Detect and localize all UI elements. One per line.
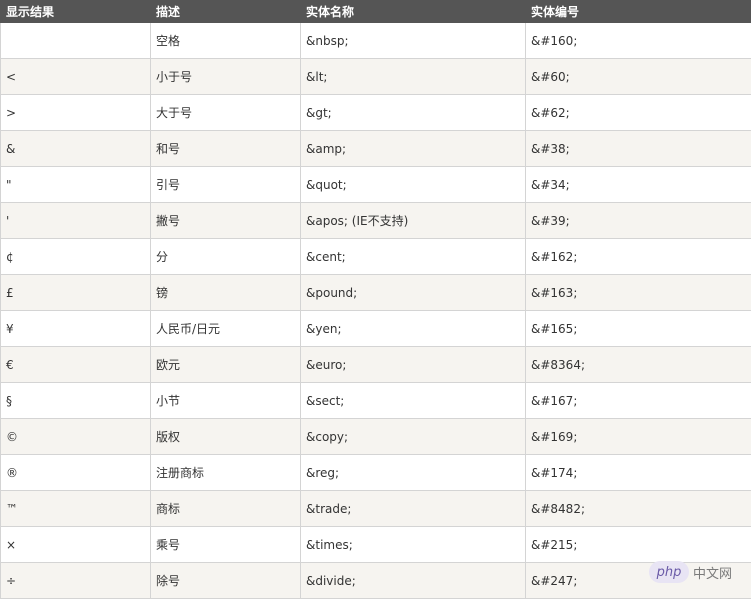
cell-entity-name: &yen; (301, 311, 526, 347)
cell-entity-number: &#8364; (526, 347, 751, 383)
cell-entity-number: &#174; (526, 455, 751, 491)
table-row: ©版权&copy;&#169; (1, 419, 751, 455)
cell-entity-name: &pound; (301, 275, 526, 311)
cell-entity-name: &euro; (301, 347, 526, 383)
cell-display-result: ¥ (1, 311, 151, 347)
cell-description: 人民币/日元 (151, 311, 301, 347)
cell-description: 分 (151, 239, 301, 275)
cell-entity-number: &#39; (526, 203, 751, 239)
cell-entity-number: &#34; (526, 167, 751, 203)
cell-display-result: " (1, 167, 151, 203)
cell-entity-name: &copy; (301, 419, 526, 455)
cell-description: 空格 (151, 23, 301, 59)
cell-description: 欧元 (151, 347, 301, 383)
table-row: <小于号&lt;&#60; (1, 59, 751, 95)
table-row: ®注册商标&reg;&#174; (1, 455, 751, 491)
entity-table: 显示结果 描述 实体名称 实体编号 空格&nbsp;&#160;<小于号&lt;… (0, 0, 751, 599)
cell-entity-name: &gt; (301, 95, 526, 131)
header-display-result: 显示结果 (1, 1, 151, 23)
cell-display-result: < (1, 59, 151, 95)
cell-description: 小节 (151, 383, 301, 419)
table-row: §小节&sect;&#167; (1, 383, 751, 419)
cell-display-result: § (1, 383, 151, 419)
cell-entity-number: &#62; (526, 95, 751, 131)
table-row: >大于号&gt;&#62; (1, 95, 751, 131)
cell-entity-number: &#163; (526, 275, 751, 311)
cell-entity-number: &#160; (526, 23, 751, 59)
table-row: ÷除号&divide;&#247; (1, 563, 751, 599)
cell-description: 小于号 (151, 59, 301, 95)
table-row: &和号&amp;&#38; (1, 131, 751, 167)
header-entity-number: 实体编号 (526, 1, 751, 23)
cell-description: 撇号 (151, 203, 301, 239)
cell-display-result: © (1, 419, 151, 455)
table-header: 显示结果 描述 实体名称 实体编号 (1, 1, 751, 23)
cell-entity-name: &amp; (301, 131, 526, 167)
cell-display-result: × (1, 527, 151, 563)
cell-description: 除号 (151, 563, 301, 599)
header-row: 显示结果 描述 实体名称 实体编号 (1, 1, 751, 23)
cell-display-result: ™ (1, 491, 151, 527)
cell-entity-number: &#215; (526, 527, 751, 563)
table-row: €欧元&euro;&#8364; (1, 347, 751, 383)
table-body: 空格&nbsp;&#160;<小于号&lt;&#60;>大于号&gt;&#62;… (1, 23, 751, 599)
cell-description: 镑 (151, 275, 301, 311)
cell-entity-name: &times; (301, 527, 526, 563)
cell-description: 大于号 (151, 95, 301, 131)
cell-description: 乘号 (151, 527, 301, 563)
table-row: ¥人民币/日元&yen;&#165; (1, 311, 751, 347)
cell-entity-name: &quot; (301, 167, 526, 203)
cell-description: 注册商标 (151, 455, 301, 491)
cell-display-result: > (1, 95, 151, 131)
cell-description: 商标 (151, 491, 301, 527)
cell-entity-name: &cent; (301, 239, 526, 275)
cell-entity-name: &sect; (301, 383, 526, 419)
cell-entity-number: &#60; (526, 59, 751, 95)
table-row: £镑&pound;&#163; (1, 275, 751, 311)
cell-entity-name: &reg; (301, 455, 526, 491)
cell-display-result: £ (1, 275, 151, 311)
cell-entity-name: &divide; (301, 563, 526, 599)
cell-entity-name: &trade; (301, 491, 526, 527)
cell-display-result: ' (1, 203, 151, 239)
cell-description: 版权 (151, 419, 301, 455)
cell-display-result: ® (1, 455, 151, 491)
header-description: 描述 (151, 1, 301, 23)
cell-display-result: € (1, 347, 151, 383)
table-row: "引号&quot;&#34; (1, 167, 751, 203)
cell-description: 引号 (151, 167, 301, 203)
table-row: ™商标&trade;&#8482; (1, 491, 751, 527)
cell-entity-number: &#165; (526, 311, 751, 347)
php-logo-icon: php (649, 561, 689, 583)
table-row: 空格&nbsp;&#160; (1, 23, 751, 59)
cell-entity-name: &nbsp; (301, 23, 526, 59)
cell-entity-number: &#38; (526, 131, 751, 167)
cell-entity-number: &#167; (526, 383, 751, 419)
cell-display-result: ÷ (1, 563, 151, 599)
cell-entity-name: &lt; (301, 59, 526, 95)
cell-entity-number: &#8482; (526, 491, 751, 527)
cell-entity-name: &apos; (IE不支持) (301, 203, 526, 239)
cell-entity-number: &#162; (526, 239, 751, 275)
cell-display-result: ¢ (1, 239, 151, 275)
cell-display-result: & (1, 131, 151, 167)
table-row: ×乘号&times;&#215; (1, 527, 751, 563)
site-watermark: php 中文网 (649, 561, 745, 583)
table-row: ¢分&cent;&#162; (1, 239, 751, 275)
header-entity-name: 实体名称 (301, 1, 526, 23)
cell-description: 和号 (151, 131, 301, 167)
watermark-text: 中文网 (693, 563, 732, 582)
cell-entity-number: &#169; (526, 419, 751, 455)
table-row: '撇号&apos; (IE不支持)&#39; (1, 203, 751, 239)
cell-display-result (1, 23, 151, 59)
